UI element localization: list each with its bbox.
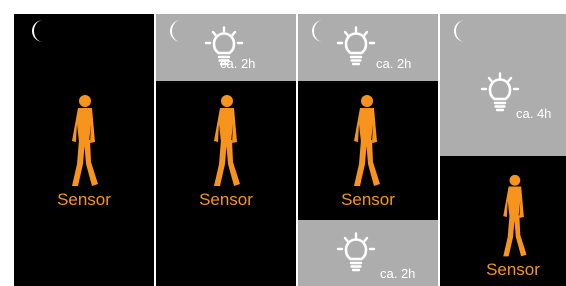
panel-4: ca. 4h Sensor — [440, 14, 566, 286]
light-bulb-icon — [334, 232, 378, 274]
crescent-moon-icon — [26, 18, 52, 44]
crescent-moon-icon — [164, 18, 190, 44]
walking-person-icon — [206, 94, 246, 190]
light-duration-bottom: ca. 2h — [380, 266, 416, 281]
light-duration: ca. 2h — [376, 56, 412, 71]
sensor-label: Sensor — [199, 190, 253, 209]
sensor-label: Sensor — [341, 190, 395, 209]
crescent-moon-icon — [448, 18, 474, 44]
panel-2: ca. 2h Sensor — [156, 14, 296, 286]
walking-person-icon — [346, 94, 386, 190]
sensor-label: Sensor — [486, 260, 540, 279]
sensor-label: Sensor — [57, 190, 111, 209]
panel-3: ca. 2h Sensor ca. 2h — [298, 14, 438, 286]
panel-1: Sensor — [14, 14, 154, 286]
light-duration: ca. 4h — [516, 106, 552, 121]
walking-person-icon — [64, 94, 104, 190]
light-duration: ca. 2h — [220, 56, 256, 71]
light-bulb-icon — [334, 26, 378, 68]
crescent-moon-icon — [306, 18, 332, 44]
walking-person-icon — [496, 174, 532, 260]
